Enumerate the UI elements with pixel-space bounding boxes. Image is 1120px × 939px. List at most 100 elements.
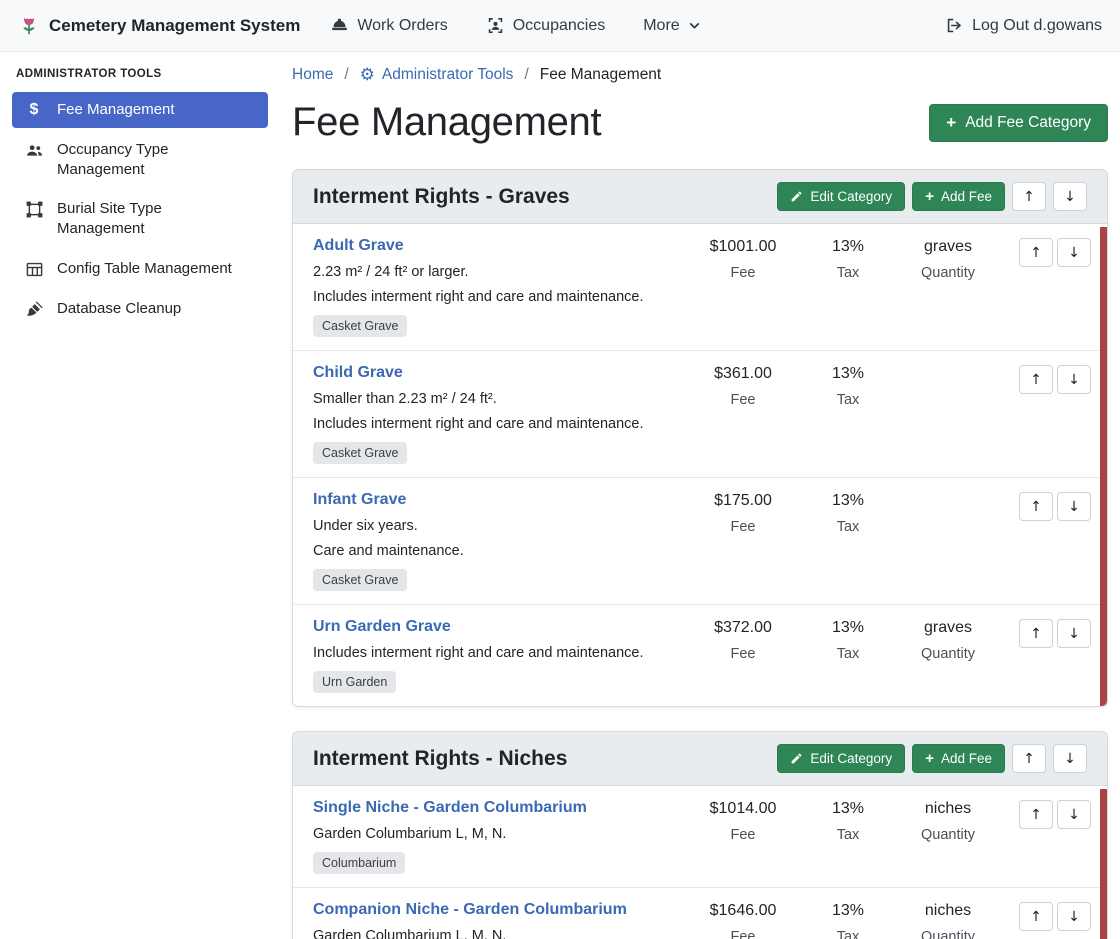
move-fee-up-button[interactable]: ↑: [1019, 238, 1053, 267]
brand[interactable]: Cemetery Management System: [18, 15, 300, 37]
fee-description: Smaller than 2.23 m² / 24 ft².: [313, 391, 675, 407]
fee-amount-column: $372.00 Fee: [683, 618, 803, 693]
fee-name-link[interactable]: Infant Grave: [313, 491, 406, 509]
fee-quantity-column: [893, 364, 1003, 464]
sidebar-item-database-cleanup[interactable]: Database Cleanup: [12, 291, 268, 327]
move-fee-down-button[interactable]: ↓: [1057, 238, 1091, 267]
fee-quantity-column: graves Quantity: [893, 618, 1003, 693]
move-category-down-button[interactable]: ↓: [1053, 744, 1087, 773]
edit-category-button[interactable]: Edit Category: [777, 744, 905, 773]
fee-name-link[interactable]: Child Grave: [313, 364, 403, 382]
scrollbar-thumb[interactable]: [1100, 227, 1107, 706]
fee-arrows: ↑ ↓: [1019, 618, 1091, 693]
move-fee-up-button[interactable]: ↑: [1019, 902, 1053, 931]
move-category-down-button[interactable]: ↓: [1053, 182, 1087, 211]
nav-work-orders[interactable]: Work Orders: [330, 16, 447, 35]
fee-main: Single Niche - Garden Columbarium Garden…: [313, 799, 683, 874]
scrollbar-thumb[interactable]: [1100, 789, 1107, 939]
arrow-down-icon: ↓: [1068, 372, 1080, 388]
move-category-up-button[interactable]: ↑: [1012, 182, 1046, 211]
plus-icon: +: [925, 189, 934, 204]
sidebar-item-label: Config Table Management: [57, 259, 232, 279]
main-content: Home / ⚙ Administrator Tools / Fee Manag…: [280, 52, 1120, 939]
fee-category-card: Interment Rights - Graves Edit Category …: [292, 169, 1108, 707]
sidebar-item-fee-management[interactable]: $Fee Management: [12, 92, 268, 128]
move-fee-down-button[interactable]: ↓: [1057, 619, 1091, 648]
nav-more[interactable]: More: [643, 17, 700, 35]
broom-icon: [24, 300, 44, 319]
fee-badge: Casket Grave: [313, 442, 407, 464]
sidebar-heading: ADMINISTRATOR TOOLS: [12, 66, 268, 92]
fee-amount-label: Fee: [683, 392, 803, 408]
sidebar-item-label: Occupancy Type Management: [57, 140, 235, 180]
gear-icon: ⚙: [360, 67, 375, 84]
quantity-value: graves: [893, 238, 1003, 256]
fee-amount: $372.00: [683, 619, 803, 637]
move-fee-up-button[interactable]: ↑: [1019, 800, 1053, 829]
hard-hat-icon: [330, 16, 349, 35]
category-body: Adult Grave 2.23 m² / 24 ft² or larger.I…: [293, 224, 1107, 706]
quantity-value: niches: [893, 902, 1003, 920]
nav-occupancies[interactable]: Occupancies: [486, 16, 606, 35]
add-fee-button[interactable]: + Add Fee: [912, 744, 1005, 773]
add-fee-category-button[interactable]: + Add Fee Category: [929, 104, 1108, 142]
fee-main: Infant Grave Under six years.Care and ma…: [313, 491, 683, 591]
tax-value: 13%: [803, 902, 893, 920]
add-fee-button[interactable]: + Add Fee: [912, 182, 1005, 211]
quantity-value: niches: [893, 800, 1003, 818]
nav-more-label: More: [643, 17, 679, 35]
fee-name-link[interactable]: Companion Niche - Garden Columbarium: [313, 901, 627, 919]
move-fee-down-button[interactable]: ↓: [1057, 800, 1091, 829]
sidebar-item-config-table-management[interactable]: Config Table Management: [12, 251, 268, 287]
arrow-down-icon: ↓: [1068, 499, 1080, 515]
tax-label: Tax: [803, 265, 893, 281]
fee-amount-label: Fee: [683, 827, 803, 843]
add-fee-label: Add Fee: [941, 189, 992, 204]
fee-description: Garden Columbarium L, M, N,: [313, 928, 675, 939]
page-header: Fee Management + Add Fee Category: [292, 100, 1108, 145]
sidebar-item-label: Burial Site Type Management: [57, 199, 235, 239]
fee-descriptions: 2.23 m² / 24 ft² or larger.Includes inte…: [313, 264, 675, 305]
move-fee-up-button[interactable]: ↑: [1019, 492, 1053, 521]
arrow-down-icon: ↓: [1068, 245, 1080, 261]
fee-name-link[interactable]: Single Niche - Garden Columbarium: [313, 799, 587, 817]
fee-name-link[interactable]: Urn Garden Grave: [313, 618, 451, 636]
sidebar-item-label: Fee Management: [57, 100, 175, 120]
fee-descriptions: Smaller than 2.23 m² / 24 ft².Includes i…: [313, 391, 675, 432]
fee-quantity-column: niches Quantity: [893, 901, 1003, 939]
fee-descriptions: Under six years.Care and maintenance.: [313, 518, 675, 559]
fee-badge: Columbarium: [313, 852, 405, 874]
logout-link[interactable]: Log Out d.gowans: [945, 16, 1102, 35]
edit-category-button[interactable]: Edit Category: [777, 182, 905, 211]
fee-amount-label: Fee: [683, 929, 803, 939]
add-fee-label: Add Fee: [941, 751, 992, 766]
arrow-up-icon: ↑: [1030, 626, 1042, 642]
breadcrumb-separator: /: [344, 66, 348, 84]
fee-main: Adult Grave 2.23 m² / 24 ft² or larger.I…: [313, 237, 683, 337]
sidebar-item-occupancy-type-management[interactable]: Occupancy Type Management: [12, 132, 268, 188]
fee-descriptions: Includes interment right and care and ma…: [313, 645, 675, 661]
fee-main: Child Grave Smaller than 2.23 m² / 24 ft…: [313, 364, 683, 464]
move-fee-up-button[interactable]: ↑: [1019, 619, 1053, 648]
fee-main: Urn Garden Grave Includes interment righ…: [313, 618, 683, 693]
fee-description: 2.23 m² / 24 ft² or larger.: [313, 264, 675, 280]
arrow-down-icon: ↓: [1068, 909, 1080, 925]
logout-label: Log Out d.gowans: [972, 17, 1102, 35]
tax-value: 13%: [803, 619, 893, 637]
sidebar-item-label: Database Cleanup: [57, 299, 181, 319]
move-fee-down-button[interactable]: ↓: [1057, 365, 1091, 394]
sidebar-item-burial-site-type-management[interactable]: Burial Site Type Management: [12, 191, 268, 247]
arrow-up-icon: ↑: [1030, 245, 1042, 261]
nav-work-orders-label: Work Orders: [357, 17, 447, 35]
fee-row: Adult Grave 2.23 m² / 24 ft² or larger.I…: [293, 224, 1107, 351]
move-fee-down-button[interactable]: ↓: [1057, 492, 1091, 521]
breadcrumb-home[interactable]: Home: [292, 66, 333, 84]
fee-badge: Casket Grave: [313, 315, 407, 337]
move-category-up-button[interactable]: ↑: [1012, 744, 1046, 773]
move-fee-down-button[interactable]: ↓: [1057, 902, 1091, 931]
fee-row: Companion Niche - Garden Columbarium Gar…: [293, 888, 1107, 939]
category-header: Interment Rights - Graves Edit Category …: [293, 170, 1107, 224]
fee-name-link[interactable]: Adult Grave: [313, 237, 404, 255]
breadcrumb-administrator-tools[interactable]: ⚙ Administrator Tools: [360, 66, 514, 84]
move-fee-up-button[interactable]: ↑: [1019, 365, 1053, 394]
